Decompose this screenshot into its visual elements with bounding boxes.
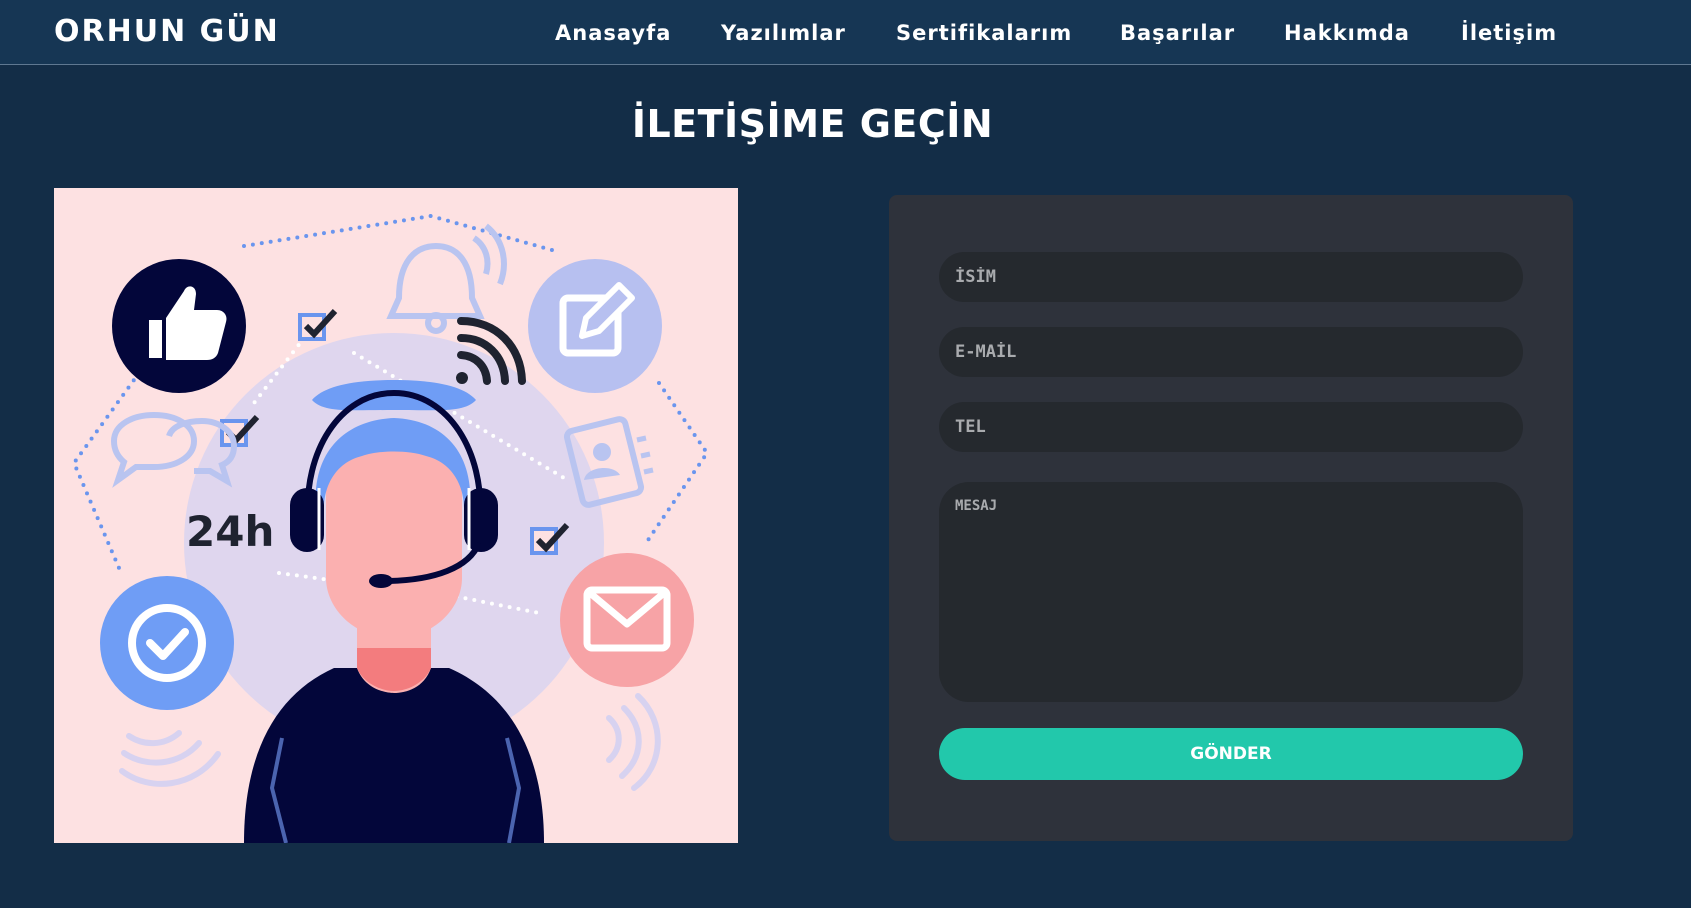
phone-input[interactable] bbox=[939, 402, 1523, 452]
contact-form: GÖNDER bbox=[889, 195, 1573, 841]
nav-item-sertifikalarim[interactable]: Sertifikalarım bbox=[896, 21, 1072, 45]
check-circle-icon bbox=[100, 576, 234, 710]
nav-item-anasayfa[interactable]: Anasayfa bbox=[555, 21, 671, 45]
name-input[interactable] bbox=[939, 252, 1523, 302]
bell-icon bbox=[386, 223, 507, 334]
customer-support-illustration: 24h bbox=[71, 213, 710, 843]
message-textarea[interactable] bbox=[939, 482, 1523, 702]
nav-item-iletisim[interactable]: İletişim bbox=[1461, 21, 1557, 45]
brand-logo[interactable]: ORHUN GÜN bbox=[54, 14, 280, 49]
nav-item-yazilimlar[interactable]: Yazılımlar bbox=[721, 21, 846, 45]
thumbs-up-icon bbox=[112, 259, 246, 393]
submit-button[interactable]: GÖNDER bbox=[939, 728, 1523, 780]
page-title: İLETİŞİME GEÇİN bbox=[631, 102, 994, 146]
navbar: ORHUN GÜN Anasayfa Yazılımlar Sertifikal… bbox=[0, 0, 1691, 65]
email-input[interactable] bbox=[939, 327, 1523, 377]
nav-item-basarilar[interactable]: Başarılar bbox=[1120, 21, 1235, 45]
nav-item-hakkimda[interactable]: Hakkımda bbox=[1284, 21, 1410, 45]
checkbox-icon bbox=[298, 308, 338, 341]
edit-icon bbox=[528, 259, 662, 393]
24h-badge: 24h bbox=[186, 507, 274, 556]
contact-illustration: 24h bbox=[54, 188, 738, 843]
mail-icon bbox=[560, 553, 694, 687]
